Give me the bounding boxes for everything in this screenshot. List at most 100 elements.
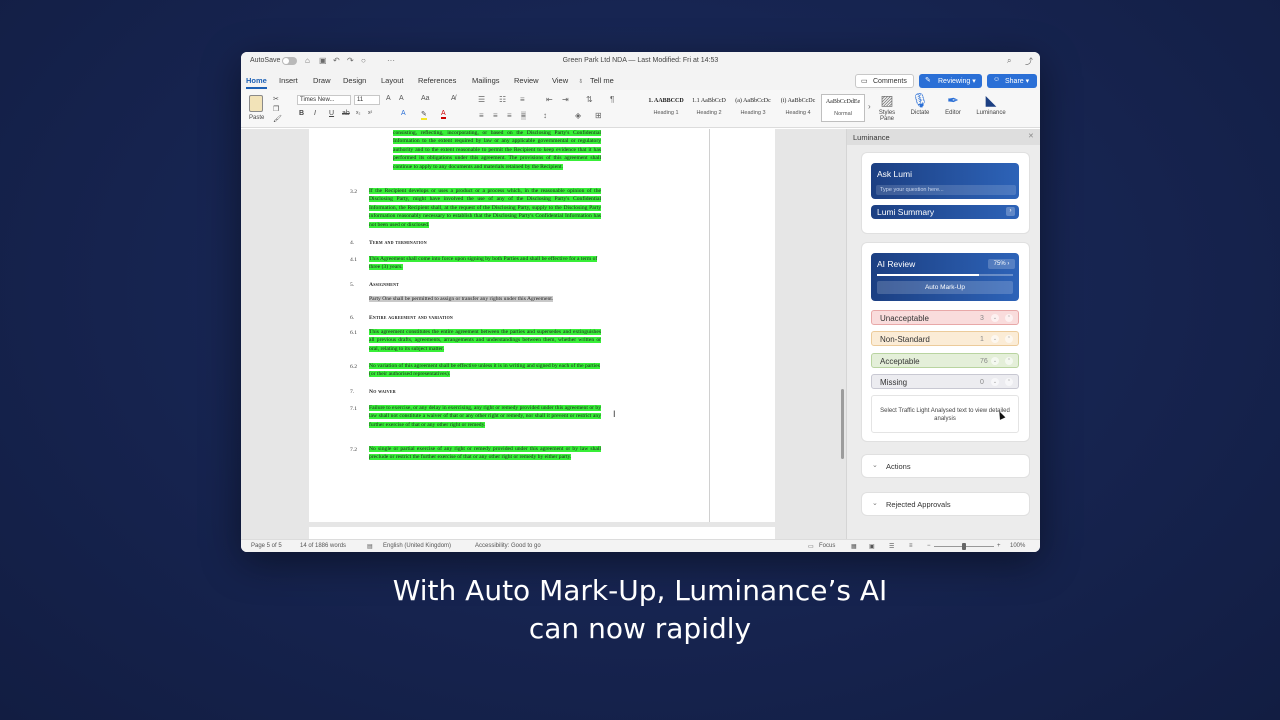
draft-icon[interactable]: ≡: [909, 543, 913, 549]
tab-insert[interactable]: Insert: [279, 76, 298, 85]
copy-icon[interactable]: ❐: [273, 105, 279, 113]
vertical-scrollbar[interactable]: [841, 389, 844, 459]
font-name-select[interactable]: Times New...: [297, 95, 351, 105]
align-right-icon[interactable]: ≡: [507, 111, 512, 120]
tab-layout[interactable]: Layout: [381, 76, 404, 85]
highlighted-text[interactable]: If the Recipient develops or uses a prod…: [369, 188, 601, 228]
align-center-icon[interactable]: ≡: [493, 111, 498, 120]
document-area[interactable]: consisting, reflecting, incorporating, o…: [241, 129, 846, 539]
clause-7-1[interactable]: Failure to exercise, or any delay in exe…: [369, 404, 601, 429]
clause-4-1[interactable]: This Agreement shall come into force upo…: [369, 255, 601, 272]
shading-icon[interactable]: ◈: [575, 111, 581, 120]
highlighted-text[interactable]: This Agreement shall come into force upo…: [369, 256, 598, 271]
zoom-level[interactable]: 100%: [1010, 543, 1025, 549]
clause-3-2[interactable]: If the Recipient develops or uses a prod…: [369, 187, 601, 229]
zoom-out-icon[interactable]: −: [927, 543, 931, 549]
clause-7-2[interactable]: No single or partial exercise of any rig…: [369, 445, 601, 462]
underline-icon[interactable]: U: [329, 110, 334, 117]
highlighted-text[interactable]: No variation of this agreement shall be …: [369, 363, 600, 378]
word-count[interactable]: 14 of 1886 words: [300, 543, 346, 549]
share-button[interactable]: ☺ Share ▾: [987, 74, 1037, 88]
tab-home[interactable]: Home: [246, 76, 267, 89]
web-layout-icon[interactable]: ▣: [869, 543, 875, 550]
font-size-select[interactable]: 11: [354, 95, 380, 105]
chevron-down-icon[interactable]: ⌄: [991, 335, 999, 343]
ask-lumi-box[interactable]: Ask Lumi Type your question here...: [871, 163, 1019, 199]
grow-font-icon[interactable]: A: [386, 95, 391, 102]
chevron-down-icon[interactable]: ⌄: [991, 378, 999, 386]
outline-icon[interactable]: ☰: [889, 543, 894, 550]
decrease-indent-icon[interactable]: ⇤: [546, 95, 553, 104]
chevron-up-icon[interactable]: ⌃: [1005, 335, 1013, 343]
rejected-approvals-accordion[interactable]: ⌄ Rejected Approvals: [862, 493, 1029, 515]
comments-button[interactable]: ▭ Comments: [855, 74, 914, 88]
focus-button[interactable]: Focus: [819, 543, 835, 549]
highlighted-text[interactable]: consisting, reflecting, incorporating, o…: [393, 130, 601, 170]
style-heading-3[interactable]: (a) AaBbCcDc Heading 3: [731, 94, 775, 122]
numbering-icon[interactable]: ☷: [499, 95, 506, 104]
pilcrow-icon[interactable]: ¶: [610, 95, 614, 104]
text-effects-icon[interactable]: A: [401, 110, 406, 117]
chevron-up-icon[interactable]: ⌃: [1005, 357, 1013, 365]
reviewing-button[interactable]: ✎ Reviewing ▾: [919, 74, 982, 88]
ask-lumi-input[interactable]: Type your question here...: [876, 185, 1016, 195]
editor-button[interactable]: ✒ Editor: [937, 92, 969, 116]
increase-indent-icon[interactable]: ⇥: [562, 95, 569, 104]
tab-view[interactable]: View: [552, 76, 568, 85]
clause-6-1[interactable]: This agreement constitutes the entire ag…: [369, 328, 601, 353]
tab-references[interactable]: References: [418, 76, 456, 85]
justify-icon[interactable]: ≡: [521, 111, 526, 120]
highlighted-text[interactable]: This agreement constitutes the entire ag…: [369, 329, 601, 352]
tab-draw[interactable]: Draw: [313, 76, 331, 85]
chevron-up-icon[interactable]: ⌃: [1005, 314, 1013, 322]
tab-tell-me[interactable]: Tell me: [590, 76, 614, 85]
highlighted-text[interactable]: No single or partial exercise of any rig…: [369, 446, 601, 461]
style-heading-1[interactable]: 1. AABBCCD Heading 1: [644, 94, 688, 122]
page-count[interactable]: Page 5 of 5: [251, 543, 282, 549]
chevron-up-icon[interactable]: ⌃: [1005, 378, 1013, 386]
tab-review[interactable]: Review: [514, 76, 539, 85]
lumi-summary-button[interactable]: Lumi Summary ›: [871, 205, 1019, 219]
review-progress-badge[interactable]: 75% ›: [988, 259, 1015, 269]
luminance-button[interactable]: ◣ Luminance: [975, 92, 1007, 116]
superscript-icon[interactable]: x²: [368, 110, 372, 116]
line-spacing-icon[interactable]: ↕: [543, 111, 547, 120]
chevron-down-icon[interactable]: ⌄: [991, 357, 999, 365]
clause-5[interactable]: Party One shall be permitted to assign o…: [369, 295, 601, 303]
highlighted-text[interactable]: Party One shall be permitted to assign o…: [369, 296, 554, 302]
document-page[interactable]: consisting, reflecting, incorporating, o…: [309, 129, 775, 522]
search-icon[interactable]: ⌕: [1007, 56, 1011, 66]
bullets-icon[interactable]: ☰: [478, 95, 485, 104]
accessibility-status[interactable]: Accessibility: Good to go: [475, 543, 541, 549]
focus-icon[interactable]: ▭: [808, 543, 814, 550]
clause-6-2[interactable]: No variation of this agreement shall be …: [369, 362, 601, 379]
traffic-light-unacceptable[interactable]: Unacceptable 3 ⌄ ⌃: [871, 310, 1019, 325]
highlighted-text[interactable]: Failure to exercise, or any delay in exe…: [369, 405, 601, 428]
sort-icon[interactable]: ⇅: [586, 95, 593, 104]
traffic-light-missing[interactable]: Missing 0 ⌄ ⌃: [871, 374, 1019, 389]
tab-design[interactable]: Design: [343, 76, 366, 85]
dictate-button[interactable]: 🎙 Dictate: [904, 92, 936, 116]
chevron-down-icon[interactable]: ⌄: [991, 314, 999, 322]
style-normal[interactable]: AaBbCcDdEe Normal: [821, 94, 865, 122]
multilevel-icon[interactable]: ≡: [520, 95, 525, 104]
highlight-icon[interactable]: ✎: [421, 110, 427, 120]
close-icon[interactable]: ✕: [1028, 132, 1034, 140]
clause-3-1-tail[interactable]: consisting, reflecting, incorporating, o…: [393, 129, 601, 171]
style-heading-4[interactable]: (i) AaBbCcDc Heading 4: [776, 94, 820, 122]
actions-accordion[interactable]: ⌄ Actions: [862, 455, 1029, 477]
italic-icon[interactable]: I: [314, 110, 316, 117]
tab-mailings[interactable]: Mailings: [472, 76, 500, 85]
font-color-icon[interactable]: A: [441, 110, 446, 119]
zoom-in-icon[interactable]: +: [997, 543, 1001, 549]
style-heading-2[interactable]: 1.1 AaBbCcD Heading 2: [687, 94, 731, 122]
zoom-slider-knob[interactable]: [962, 543, 966, 550]
align-left-icon[interactable]: ≡: [479, 111, 484, 120]
change-case-icon[interactable]: Aa: [421, 95, 430, 102]
bold-icon[interactable]: B: [299, 110, 304, 117]
strikethrough-icon[interactable]: ab: [342, 110, 350, 117]
clear-format-icon[interactable]: A̸: [451, 95, 456, 102]
cut-icon[interactable]: ✂: [273, 95, 279, 103]
language-status[interactable]: English (United Kingdom): [383, 543, 451, 549]
format-painter-icon[interactable]: 🖌: [273, 115, 282, 123]
